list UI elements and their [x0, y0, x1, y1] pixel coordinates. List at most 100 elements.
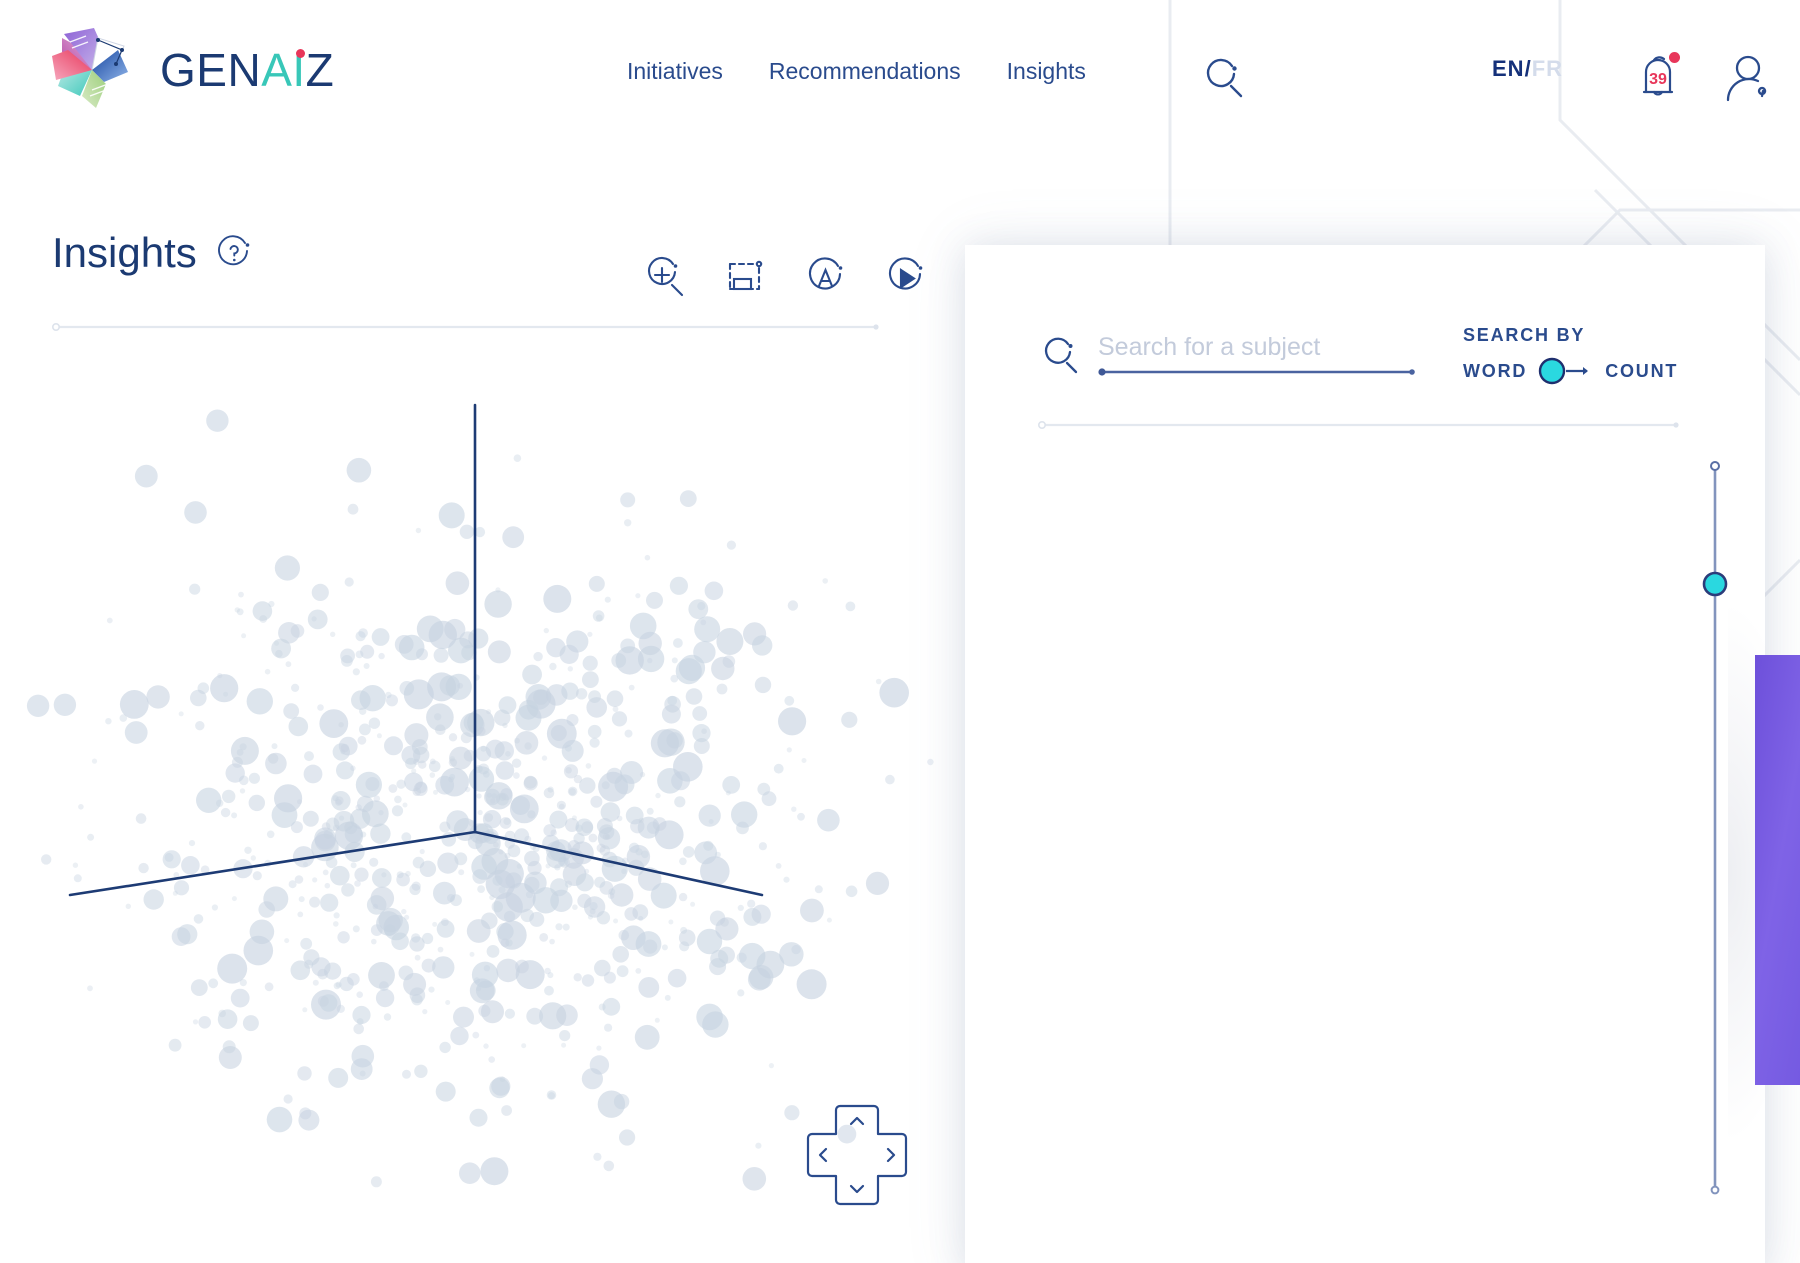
- scatter-point[interactable]: [629, 612, 657, 640]
- scatter-point[interactable]: [679, 490, 697, 507]
- scatter-point[interactable]: [561, 1042, 567, 1048]
- scatter-point[interactable]: [274, 555, 300, 581]
- scatter-point[interactable]: [773, 763, 784, 774]
- scatter-point[interactable]: [779, 942, 804, 967]
- scatter-point[interactable]: [768, 1063, 775, 1069]
- scatter-point[interactable]: [664, 994, 671, 1001]
- scatter-point[interactable]: [458, 869, 465, 876]
- scatter-point[interactable]: [588, 575, 605, 592]
- scatter-point[interactable]: [480, 1157, 509, 1186]
- scatter-point[interactable]: [514, 731, 539, 755]
- scatter-point[interactable]: [448, 733, 458, 742]
- scatter-point[interactable]: [300, 937, 313, 950]
- scatter-point[interactable]: [585, 763, 592, 769]
- scatter-point[interactable]: [488, 1056, 496, 1063]
- scatter-point[interactable]: [230, 988, 250, 1008]
- scatter-point[interactable]: [755, 1142, 762, 1149]
- scatter-point[interactable]: [492, 875, 503, 886]
- scatter-point[interactable]: [575, 873, 594, 892]
- scatter-point[interactable]: [647, 657, 653, 664]
- scatter-point[interactable]: [370, 823, 391, 844]
- scatter-point[interactable]: [433, 647, 449, 663]
- scatter-point[interactable]: [644, 554, 651, 561]
- scatter-point[interactable]: [581, 974, 595, 987]
- scatter-point[interactable]: [561, 682, 579, 700]
- scatter-point[interactable]: [415, 781, 427, 794]
- scatter-point[interactable]: [398, 634, 425, 661]
- scatter-point[interactable]: [692, 706, 708, 721]
- scatter-point[interactable]: [523, 775, 537, 789]
- scatter-point[interactable]: [579, 777, 596, 794]
- scatter-point[interactable]: [268, 753, 279, 764]
- scatter-point[interactable]: [125, 903, 131, 909]
- scatter-point[interactable]: [357, 735, 367, 745]
- scatter-point[interactable]: [845, 601, 856, 612]
- panel-search-icon[interactable]: [1035, 332, 1083, 380]
- scatter-point[interactable]: [444, 618, 466, 641]
- scatter-point[interactable]: [754, 676, 772, 694]
- scatter-point[interactable]: [372, 868, 392, 888]
- scatter-point[interactable]: [511, 796, 530, 815]
- scatter-point[interactable]: [284, 938, 290, 944]
- scatter-point[interactable]: [188, 840, 196, 847]
- scatter-point[interactable]: [592, 610, 605, 622]
- scatter-point[interactable]: [602, 997, 621, 1016]
- scatter-point[interactable]: [143, 889, 164, 910]
- scatter-point[interactable]: [373, 795, 381, 802]
- scatter-point[interactable]: [330, 865, 350, 886]
- scatter-point[interactable]: [242, 1015, 259, 1032]
- scatter-point[interactable]: [619, 1129, 636, 1146]
- scatter-point[interactable]: [477, 885, 485, 893]
- scatter-point[interactable]: [541, 755, 548, 761]
- scatter-point[interactable]: [432, 921, 438, 927]
- scatter-point[interactable]: [670, 674, 679, 683]
- scatter-point[interactable]: [704, 581, 724, 601]
- scatter-point[interactable]: [210, 674, 239, 703]
- scatter-point[interactable]: [550, 725, 567, 741]
- play-circle-icon[interactable]: [885, 257, 927, 300]
- scatter-point[interactable]: [611, 653, 627, 668]
- scatter-point[interactable]: [682, 846, 695, 858]
- scatter-point[interactable]: [53, 693, 77, 716]
- scatter-point[interactable]: [611, 711, 628, 727]
- scatter-point[interactable]: [337, 931, 350, 944]
- scatter-point[interactable]: [582, 655, 598, 671]
- scatter-point[interactable]: [587, 914, 593, 920]
- scatter-point[interactable]: [515, 959, 529, 974]
- scatter-point[interactable]: [489, 1077, 510, 1099]
- scatter-point[interactable]: [671, 771, 691, 791]
- scatter-point[interactable]: [518, 700, 539, 720]
- dashed-rectangle-icon[interactable]: [725, 258, 767, 300]
- scatter-point[interactable]: [546, 1090, 557, 1100]
- scatter-point[interactable]: [355, 631, 366, 642]
- scatter-point[interactable]: [264, 668, 271, 675]
- scatter-point[interactable]: [370, 1176, 382, 1188]
- scatter-point[interactable]: [476, 793, 482, 799]
- scatter-point[interactable]: [701, 728, 707, 734]
- scatter-point[interactable]: [181, 856, 200, 875]
- scatter-point[interactable]: [498, 696, 517, 714]
- scatter-point[interactable]: [596, 1045, 602, 1051]
- chart-navigation-pad[interactable]: [800, 1098, 914, 1212]
- scatter-point[interactable]: [457, 682, 464, 689]
- scatter-point[interactable]: [786, 747, 792, 753]
- scatter-point[interactable]: [554, 864, 561, 871]
- scatter-point[interactable]: [351, 690, 371, 710]
- scatter-point[interactable]: [603, 971, 616, 984]
- scatter-point[interactable]: [302, 1007, 308, 1013]
- scatter-point[interactable]: [297, 1066, 312, 1081]
- scatter-point[interactable]: [216, 799, 224, 807]
- scatter-point[interactable]: [428, 986, 435, 993]
- scatter-point[interactable]: [711, 656, 735, 681]
- scatter-point[interactable]: [801, 758, 807, 763]
- scatter-point[interactable]: [336, 1004, 345, 1014]
- scatter-point[interactable]: [391, 805, 404, 817]
- scatter-point[interactable]: [439, 675, 460, 696]
- scatter-point[interactable]: [495, 761, 515, 780]
- scatter-point[interactable]: [241, 633, 247, 639]
- scatter-point[interactable]: [612, 706, 619, 712]
- scatter-point[interactable]: [87, 985, 93, 992]
- scatter-point[interactable]: [291, 683, 300, 692]
- scatter-point[interactable]: [384, 736, 403, 756]
- scatter-point[interactable]: [499, 1076, 506, 1082]
